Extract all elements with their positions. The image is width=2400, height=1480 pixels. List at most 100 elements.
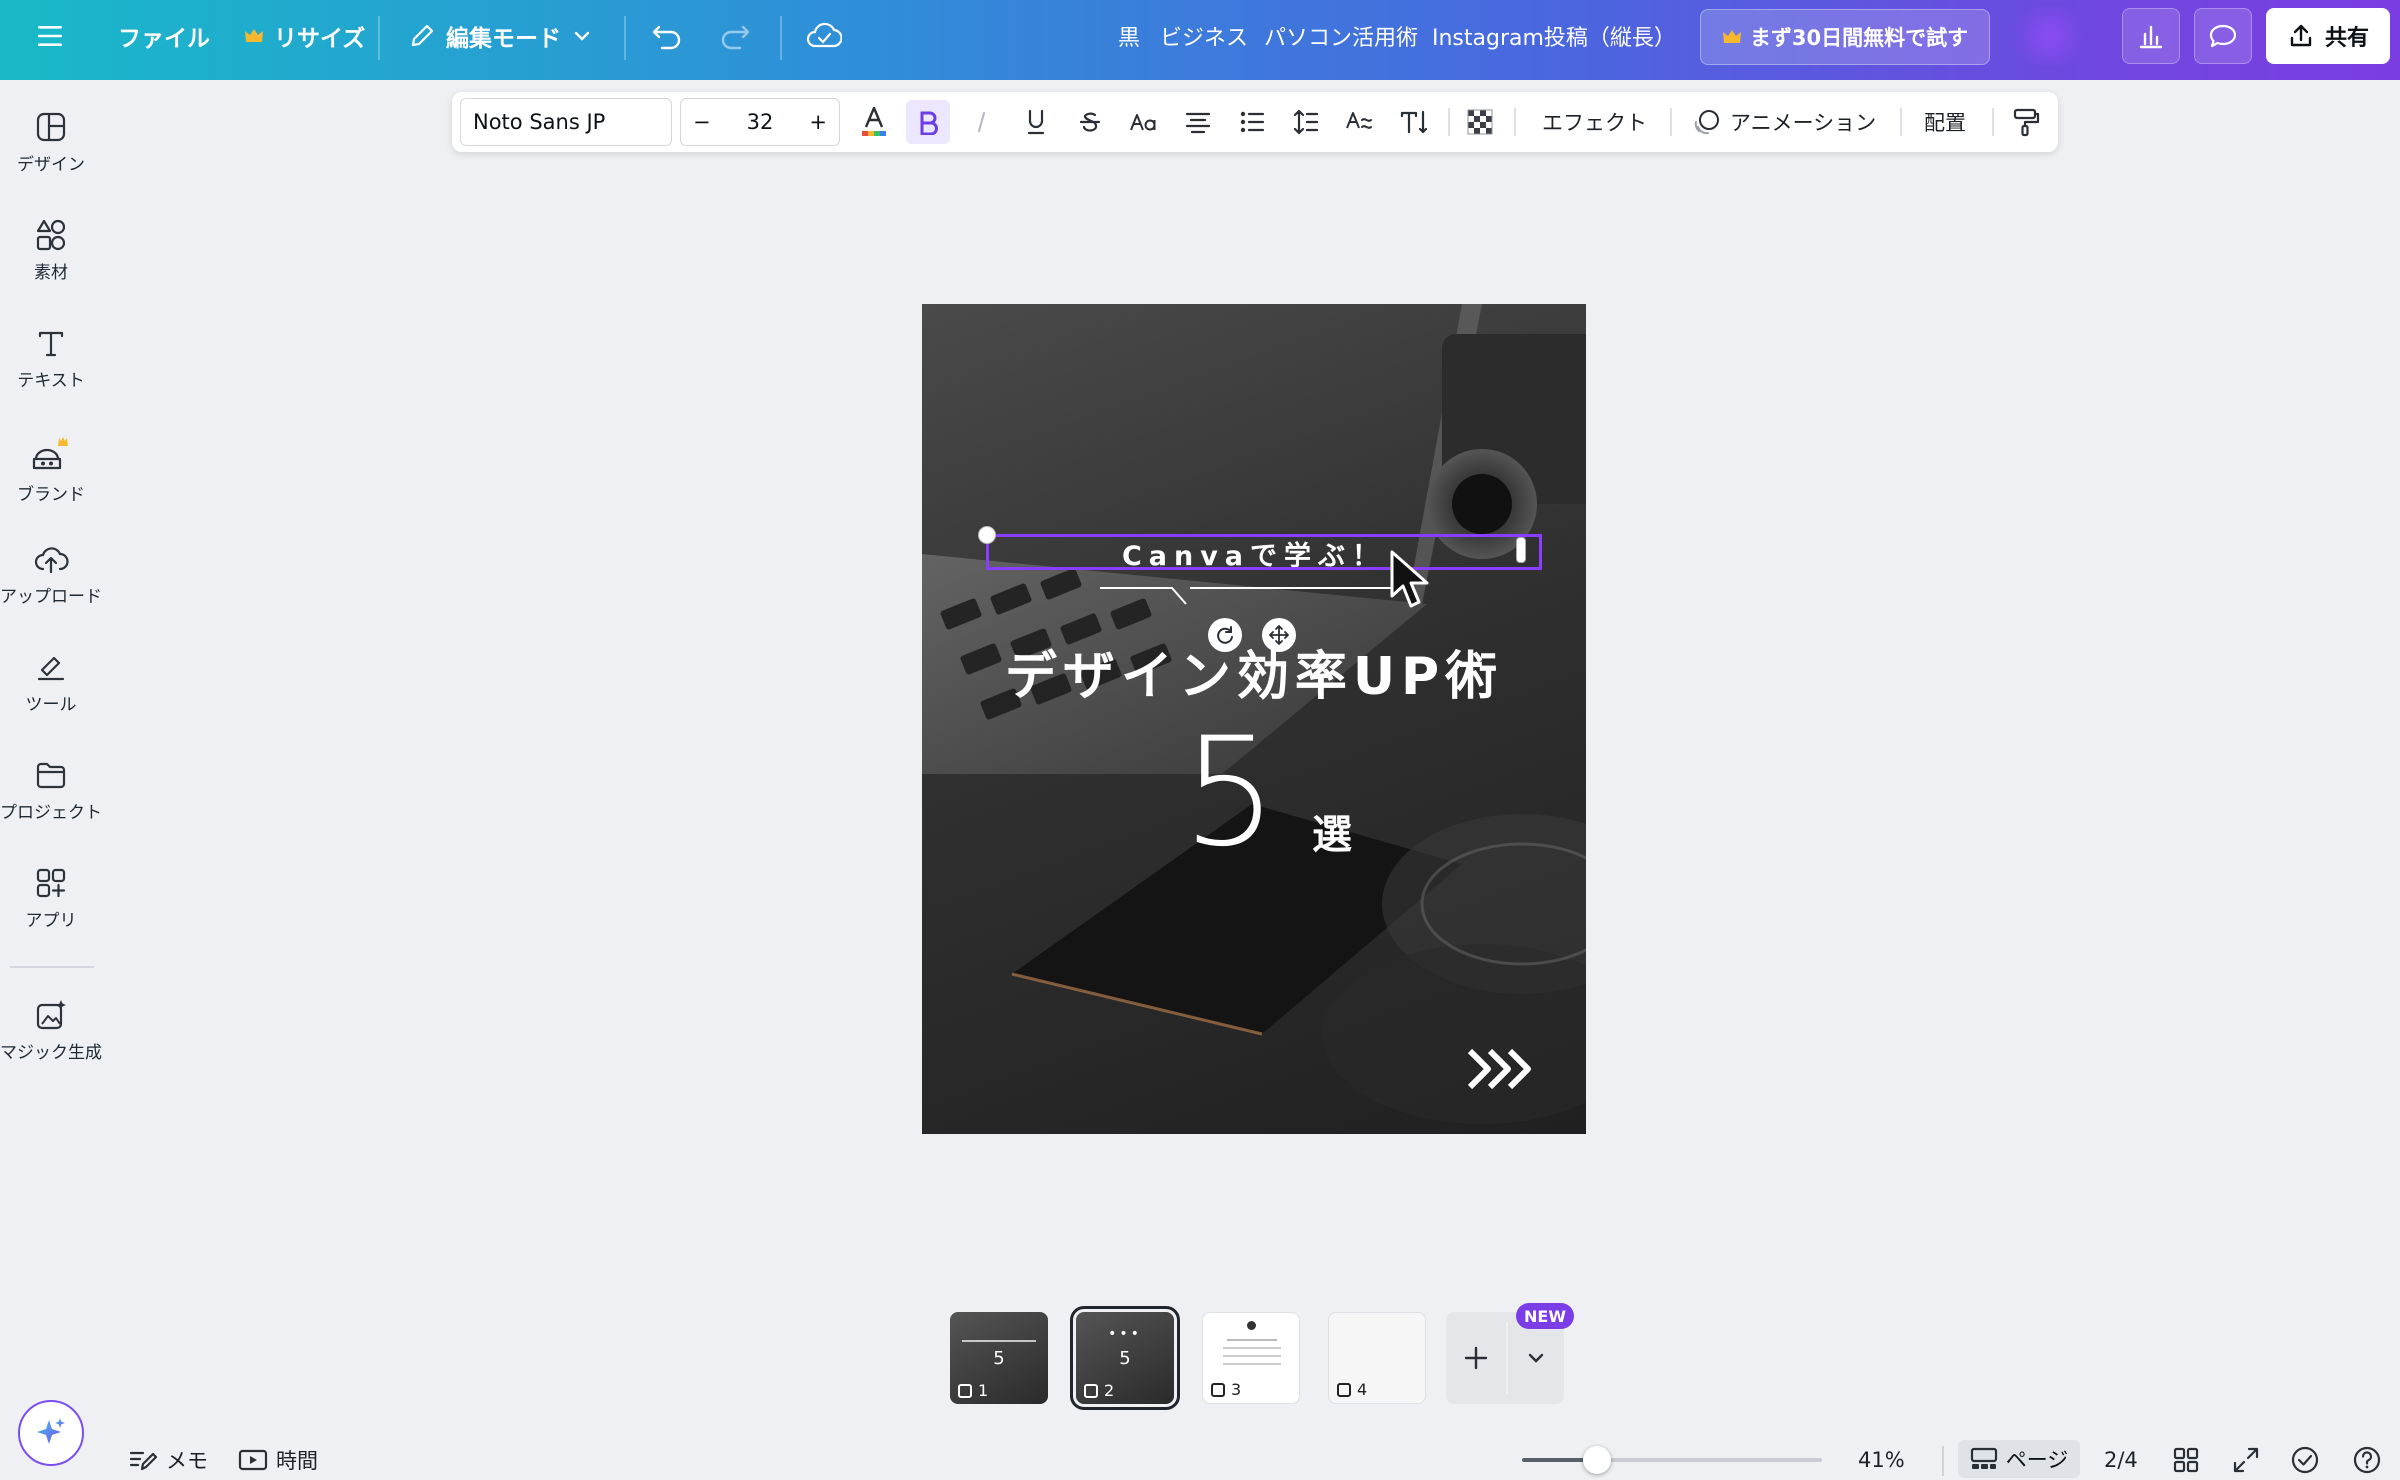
- page-number: 4: [1357, 1380, 1368, 1399]
- left-sidebar: デザイン 素材 テキスト ブランド アップロード ツール プロジェクト アプリ …: [0, 80, 102, 1480]
- thumbnail-label: 3: [1211, 1380, 1241, 1399]
- font-size-value[interactable]: 32: [747, 110, 774, 134]
- grid-view-icon: [2173, 1447, 2199, 1473]
- share-button[interactable]: 共有: [2266, 8, 2390, 64]
- page-thumbnail-2[interactable]: ••• 5 2: [1070, 1306, 1180, 1410]
- share-upload-icon: [2290, 24, 2312, 47]
- thumbnail-more-dots[interactable]: •••: [1076, 1326, 1174, 1342]
- design-title-tag[interactable]: 黒: [1118, 0, 1140, 72]
- page-thumbnail-4[interactable]: 4: [1328, 1312, 1426, 1404]
- design-title-tag[interactable]: ビジネス: [1160, 0, 1248, 72]
- bold-button[interactable]: [906, 100, 950, 144]
- spacing-button[interactable]: [1284, 100, 1328, 144]
- text-color-button[interactable]: [852, 100, 896, 144]
- toolbar-divider: [1514, 108, 1516, 136]
- mouse-cursor-icon: [1390, 550, 1429, 608]
- thumbnail-number: 5: [993, 1348, 1005, 1369]
- zoom-level[interactable]: 41%: [1858, 1442, 1905, 1478]
- resize-button[interactable]: リサイズ: [244, 0, 365, 72]
- strikethrough-button[interactable]: [1068, 100, 1112, 144]
- edit-mode-dropdown[interactable]: 編集モード: [408, 0, 593, 72]
- font-size-stepper[interactable]: − 32 +: [680, 98, 840, 146]
- design-number-text[interactable]: 5: [1182, 706, 1277, 880]
- font-size-decrease-button[interactable]: −: [693, 110, 711, 134]
- sidebar-item-uploads[interactable]: アップロード: [0, 542, 102, 607]
- sidebar-item-brand[interactable]: ブランド: [0, 434, 102, 505]
- fullscreen-button[interactable]: [2232, 1442, 2260, 1478]
- list-button[interactable]: [1230, 100, 1274, 144]
- undo-button[interactable]: [650, 0, 684, 72]
- letter-case-button[interactable]: [1122, 100, 1166, 144]
- sidebar-item-projects[interactable]: プロジェクト: [0, 758, 102, 823]
- font-family-dropdown[interactable]: Noto Sans JP: [460, 98, 672, 146]
- page-note-icon: [958, 1383, 972, 1398]
- position-button[interactable]: 配置: [1924, 100, 1966, 144]
- sidebar-item-tools[interactable]: ツール: [0, 650, 102, 715]
- selection-resize-handle[interactable]: [1516, 537, 1526, 563]
- top-bar: ファイル リサイズ 編集モード 黒 ビジネス パソコン活用術 Instagram…: [0, 0, 2400, 80]
- italic-icon: [977, 111, 986, 133]
- bottom-divider: [1942, 1446, 1944, 1476]
- design-unit-text[interactable]: 選: [1312, 802, 1352, 860]
- canva-assistant-button[interactable]: [18, 1400, 84, 1466]
- page-thumbnail-3[interactable]: 3: [1202, 1312, 1300, 1404]
- transparency-button[interactable]: [1458, 100, 1502, 144]
- grid-view-button[interactable]: [2172, 1442, 2200, 1478]
- sidebar-item-design[interactable]: デザイン: [0, 110, 102, 175]
- zoom-slider-knob[interactable]: [1583, 1446, 1611, 1474]
- text-style-button[interactable]: [1338, 100, 1382, 144]
- redo-button[interactable]: [718, 0, 752, 72]
- design-title-text[interactable]: デザイン効率UP術: [922, 634, 1586, 709]
- design-title-tag[interactable]: パソコン活用術: [1264, 0, 1418, 72]
- topbar-divider: [378, 16, 380, 60]
- brand-icon: [32, 437, 68, 470]
- design-page[interactable]: Canvaで学ぶ！ デザイン効率UP術 5 選: [922, 304, 1586, 1134]
- underline-button[interactable]: [1014, 100, 1058, 144]
- sidebar-item-text[interactable]: テキスト: [0, 326, 102, 391]
- italic-button[interactable]: [960, 100, 1004, 144]
- font-size-increase-button[interactable]: +: [809, 110, 827, 134]
- text-formatting-toolbar: Noto Sans JP − 32 + エフェクト アニメーション 配置: [452, 92, 2058, 152]
- help-icon: [2353, 1446, 2381, 1474]
- move-icon: [1269, 625, 1289, 645]
- zoom-slider[interactable]: [1522, 1458, 1822, 1462]
- page-note-icon: [1084, 1383, 1098, 1398]
- topbar-divider: [624, 16, 626, 60]
- timer-button[interactable]: 時間: [238, 1442, 318, 1478]
- insights-button[interactable]: [2122, 8, 2180, 64]
- thumbnail-text-line: [962, 1340, 1036, 1342]
- vertical-text-icon: [1400, 110, 1428, 134]
- vertical-text-button[interactable]: [1392, 100, 1436, 144]
- file-menu[interactable]: ファイル: [118, 0, 210, 72]
- text-selection-box[interactable]: [986, 534, 1542, 570]
- animate-button[interactable]: アニメーション: [1692, 100, 1876, 144]
- effects-button[interactable]: エフェクト: [1542, 100, 1647, 144]
- pages-layout-icon: [1970, 1447, 1997, 1469]
- sidebar-item-magic-media[interactable]: マジック生成: [0, 998, 102, 1063]
- pages-view-button[interactable]: ページ: [1958, 1440, 2080, 1478]
- help-button[interactable]: [2352, 1442, 2382, 1478]
- page-counter[interactable]: 2/4: [2104, 1442, 2138, 1478]
- add-page-button[interactable]: [1446, 1312, 1506, 1404]
- notes-button[interactable]: メモ: [128, 1442, 208, 1478]
- thumbnail-label: 2: [1084, 1381, 1114, 1400]
- crown-icon: [1722, 30, 1741, 43]
- copy-style-button[interactable]: [2004, 100, 2048, 144]
- move-handle[interactable]: [1262, 618, 1296, 652]
- sidebar-item-elements[interactable]: 素材: [0, 218, 102, 283]
- rotate-handle[interactable]: [1208, 618, 1242, 652]
- main-menu-button[interactable]: [36, 0, 66, 72]
- cloud-save-status[interactable]: [806, 0, 842, 72]
- file-menu-label: ファイル: [118, 26, 210, 52]
- design-title-tag[interactable]: Instagram投稿（縦長）: [1432, 0, 1676, 72]
- thumbnail-label: 1: [958, 1381, 988, 1400]
- free-trial-button[interactable]: まず30日間無料で試す: [1700, 9, 1990, 65]
- selection-corner-handle[interactable]: [978, 526, 996, 544]
- text-align-button[interactable]: [1176, 100, 1220, 144]
- page-thumbnail-1[interactable]: 5 1: [950, 1312, 1048, 1404]
- page-note-icon: [1211, 1382, 1225, 1397]
- comments-button[interactable]: [2194, 8, 2252, 64]
- sidebar-item-apps[interactable]: アプリ: [0, 866, 102, 931]
- check-button[interactable]: [2290, 1442, 2320, 1478]
- thumbnail-text-line: [1223, 1347, 1281, 1349]
